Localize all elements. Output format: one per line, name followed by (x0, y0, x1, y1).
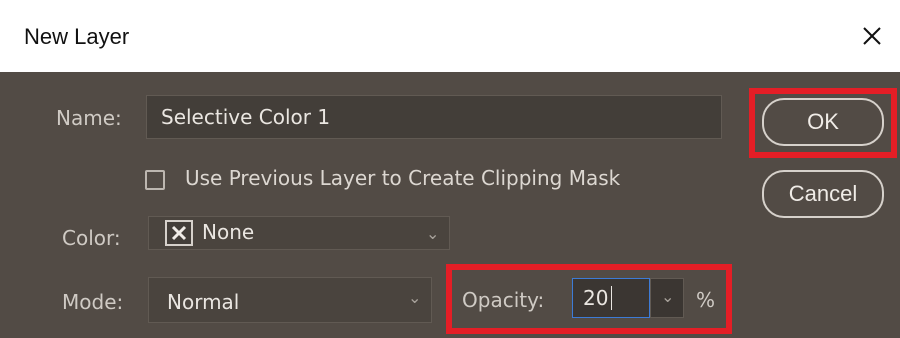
text-cursor (611, 286, 612, 310)
opacity-unit: % (696, 288, 716, 312)
opacity-dropdown-button[interactable]: ⌄ (650, 278, 684, 318)
name-input[interactable]: Selective Color 1 (146, 95, 722, 139)
title-bar: New Layer (0, 0, 900, 72)
name-value: Selective Color 1 (161, 105, 331, 129)
color-label: Color: (62, 226, 121, 250)
name-label: Name: (56, 106, 122, 130)
mode-select[interactable]: Normal (148, 277, 432, 323)
mode-label: Mode: (62, 290, 124, 314)
close-icon[interactable] (856, 20, 888, 52)
new-layer-dialog: New Layer Name: Selective Color 1 Use Pr… (0, 0, 900, 338)
clipping-mask-checkbox[interactable] (145, 170, 165, 190)
color-select[interactable] (148, 216, 450, 250)
opacity-value: 20 (583, 286, 609, 310)
color-chevron-down-icon: ⌄ (426, 224, 440, 243)
opacity-input[interactable]: 20 (572, 278, 650, 318)
none-x-icon (165, 220, 193, 246)
ok-button[interactable]: OK (762, 98, 884, 146)
color-value: None (202, 220, 255, 244)
mode-value: Normal (167, 290, 240, 314)
clipping-mask-label: Use Previous Layer to Create Clipping Ma… (185, 166, 621, 190)
opacity-chevron-down-icon: ⌄ (661, 287, 675, 306)
dialog-title: New Layer (24, 24, 130, 49)
opacity-label: Opacity: (462, 288, 545, 312)
cancel-button[interactable]: Cancel (762, 170, 884, 218)
mode-chevron-down-icon: ⌄ (408, 288, 422, 307)
